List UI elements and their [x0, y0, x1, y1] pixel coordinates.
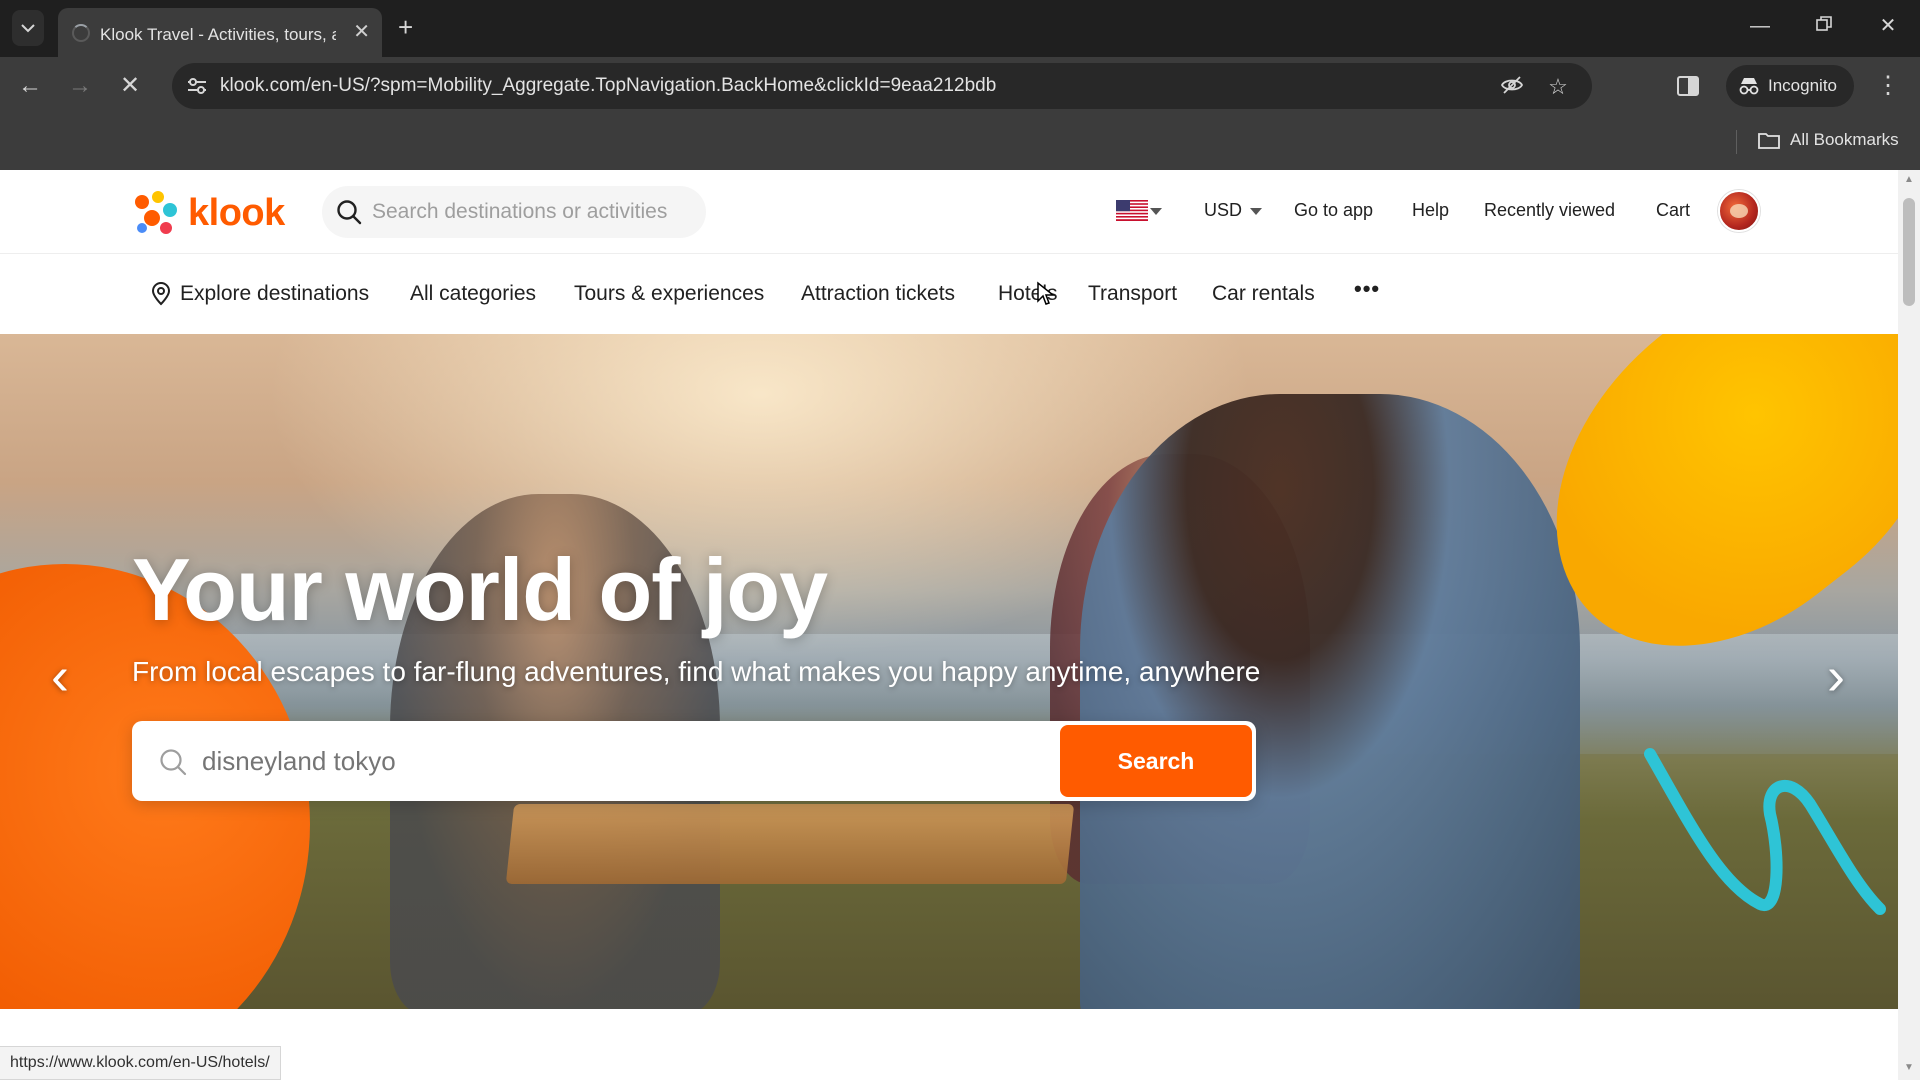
klook-logo[interactable]: klook — [132, 190, 285, 236]
go-to-app-link[interactable]: Go to app — [1294, 200, 1373, 221]
help-link[interactable]: Help — [1412, 200, 1449, 221]
hero-search-button[interactable]: Search — [1060, 725, 1252, 797]
eye-off-icon[interactable] — [1498, 73, 1526, 101]
hero-title: Your world of joy — [132, 540, 828, 639]
page-scrollbar[interactable]: ▲ ▼ — [1898, 170, 1920, 1080]
bookmarks-divider — [1736, 130, 1737, 154]
category-navigation: Explore destinations All categories Tour… — [0, 254, 1898, 334]
hero-subtitle: From local escapes to far-flung adventur… — [132, 656, 1261, 687]
hero-photo-person-denim — [1080, 394, 1580, 1009]
new-tab-plus-icon[interactable]: + — [398, 14, 413, 40]
hero-photo-picnic-table — [505, 804, 1075, 884]
minimize-icon[interactable]: — — [1740, 12, 1780, 40]
site-header: klook USD Go to app Help Recently viewed… — [0, 170, 1898, 254]
nav-transport[interactable]: Transport — [1088, 282, 1177, 306]
location-pin-icon — [151, 282, 171, 306]
currency-chevron-down-icon — [1250, 207, 1263, 215]
decorative-teal-squiggle — [1644, 748, 1886, 915]
recently-viewed-link[interactable]: Recently viewed — [1484, 200, 1615, 221]
nav-tours-experiences[interactable]: Tours & experiences — [574, 282, 764, 306]
klook-homepage: klook USD Go to app Help Recently viewed… — [0, 170, 1898, 1080]
nav-all-categories[interactable]: All categories — [410, 282, 536, 306]
scroll-up-arrow-icon[interactable]: ▲ — [1903, 174, 1915, 185]
hero-search-box: Search — [132, 721, 1256, 801]
nav-car-rentals[interactable]: Car rentals — [1212, 282, 1315, 306]
hero-search-input[interactable] — [202, 737, 1162, 785]
site-info-tune-icon[interactable] — [186, 75, 208, 97]
bookmarks-bar: All Bookmarks — [0, 114, 1920, 170]
browser-tab-klook[interactable]: Klook Travel - Activities, tours, a ✕ — [58, 8, 382, 57]
hero-banner: Your world of joy From local escapes to … — [0, 334, 1898, 1009]
loading-spinner-icon — [72, 24, 90, 42]
nav-more-menu[interactable]: ••• — [1354, 276, 1380, 302]
all-bookmarks-button[interactable]: All Bookmarks — [1758, 130, 1899, 150]
currency-label: USD — [1204, 200, 1243, 220]
side-panel-icon[interactable] — [1672, 70, 1704, 102]
carousel-next-chevron-icon[interactable]: › — [1814, 644, 1858, 708]
chevron-down-icon — [21, 24, 35, 33]
scroll-down-arrow-icon[interactable]: ▼ — [1903, 1062, 1915, 1073]
restore-window-icon — [1816, 16, 1832, 31]
forward-arrow-icon[interactable]: → — [64, 70, 96, 102]
nav-explore-destinations[interactable]: Explore destinations — [150, 282, 369, 306]
user-avatar[interactable] — [1718, 190, 1760, 232]
address-bar[interactable]: klook.com/en-US/?spm=Mobility_Aggregate.… — [172, 63, 1592, 109]
header-search-input[interactable] — [372, 200, 692, 224]
browser-toolbar: ← → ✕ klook.com/en-US/?spm=Mobility_Aggr… — [0, 57, 1920, 114]
cart-link[interactable]: Cart — [1656, 200, 1690, 221]
klook-logo-mark-icon — [135, 191, 177, 234]
tab-close-icon[interactable]: ✕ — [353, 22, 370, 42]
stop-loading-icon[interactable]: ✕ — [114, 70, 146, 102]
url-text: klook.com/en-US/?spm=Mobility_Aggregate.… — [220, 75, 997, 96]
restore-icon[interactable] — [1804, 12, 1844, 40]
tab-search-button[interactable] — [12, 10, 44, 46]
incognito-indicator[interactable]: Incognito — [1726, 65, 1854, 107]
tab-title: Klook Travel - Activities, tours, a — [100, 25, 336, 44]
folder-icon — [1758, 133, 1780, 149]
browser-menu-icon[interactable]: ⋮ — [1876, 70, 1900, 102]
klook-logo-text: klook — [188, 191, 285, 234]
close-window-icon[interactable]: ✕ — [1868, 12, 1908, 40]
browser-tab-strip: Klook Travel - Activities, tours, a ✕ + … — [0, 0, 1920, 57]
hero-search-icon — [160, 749, 187, 776]
mouse-cursor-icon — [1037, 281, 1056, 305]
bookmark-star-icon[interactable]: ☆ — [1544, 73, 1572, 101]
header-search-bar[interactable] — [322, 186, 706, 238]
nav-attraction-tickets[interactable]: Attraction tickets — [801, 282, 955, 306]
nav-explore-label: Explore destinations — [180, 282, 370, 305]
all-bookmarks-label: All Bookmarks — [1790, 130, 1899, 149]
incognito-label: Incognito — [1768, 76, 1837, 95]
scrollbar-thumb[interactable] — [1903, 198, 1915, 306]
language-chevron-down-icon[interactable] — [1150, 208, 1162, 215]
incognito-icon — [1739, 78, 1759, 95]
status-bar-link-preview: https://www.klook.com/en-US/hotels/ — [0, 1046, 281, 1080]
carousel-prev-chevron-icon[interactable]: ‹ — [38, 644, 82, 708]
us-flag-icon[interactable] — [1116, 200, 1148, 221]
back-arrow-icon[interactable]: ← — [14, 70, 46, 102]
search-icon — [337, 200, 362, 225]
currency-selector[interactable]: USD — [1204, 200, 1263, 221]
